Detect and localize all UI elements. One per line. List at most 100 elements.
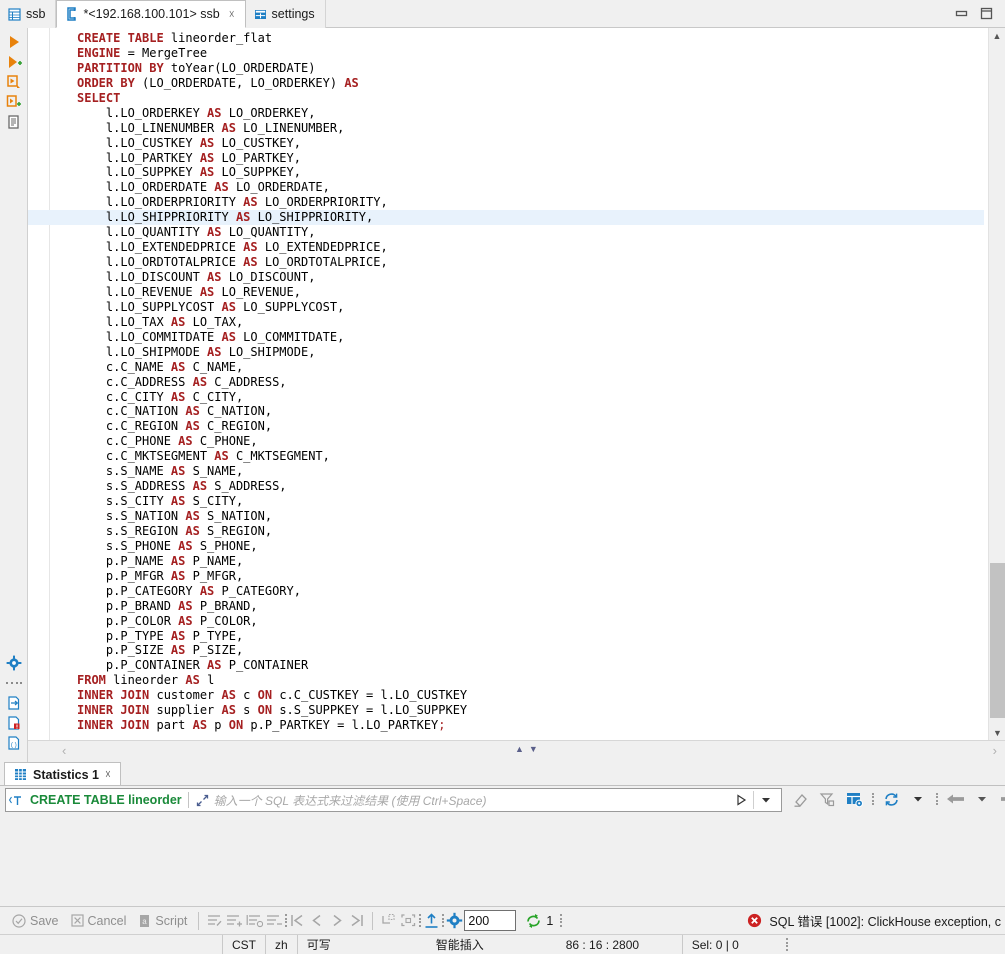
filter-input-container[interactable]: CREATE TABLE lineorder 输入一个 SQL 表达式来过滤结果…: [5, 788, 782, 812]
code-line[interactable]: SELECT: [51, 91, 987, 106]
execute-script-new-tab-icon[interactable]: [0, 92, 28, 112]
duplicate-row-icon[interactable]: [244, 911, 264, 931]
play-icon[interactable]: [731, 790, 751, 810]
code-line[interactable]: p.P_CONTAINER AS P_CONTAINER: [51, 658, 987, 673]
scroll-left-arrow[interactable]: ‹: [62, 743, 66, 758]
code-line[interactable]: p.P_MFGR AS P_MFGR,: [51, 569, 987, 584]
execute-new-tab-icon[interactable]: [0, 72, 28, 92]
add-row-icon[interactable]: [224, 911, 244, 931]
code-line[interactable]: c.C_MKTSEGMENT AS C_MKTSEGMENT,: [51, 449, 987, 464]
gear-icon[interactable]: [444, 911, 464, 931]
code-line[interactable]: l.LO_PARTKEY AS LO_PARTKEY,: [51, 151, 987, 166]
code-line[interactable]: l.LO_SHIPMODE AS LO_SHIPMODE,: [51, 345, 987, 360]
code-line[interactable]: l.LO_ORDTOTALPRICE AS LO_ORDTOTALPRICE,: [51, 255, 987, 270]
tab-settings[interactable]: settings: [245, 0, 326, 28]
execute-statement-icon[interactable]: [0, 32, 28, 52]
code-line[interactable]: l.LO_SHIPPRIORITY AS LO_SHIPPRIORITY,: [28, 210, 984, 226]
filter-settings-icon[interactable]: [817, 789, 837, 809]
code-line[interactable]: l.LO_ORDERDATE AS LO_ORDERDATE,: [51, 180, 987, 195]
code-line[interactable]: s.S_ADDRESS AS S_ADDRESS,: [51, 479, 987, 494]
sql-editor-area[interactable]: CREATE TABLE lineorder_flat ENGINE = Merg…: [28, 28, 1005, 740]
expand-arrows-icon[interactable]: [195, 793, 210, 808]
code-line[interactable]: INNER JOIN supplier AS s ON s.S_SUPPKEY …: [51, 703, 987, 718]
cancel-button[interactable]: Cancel: [65, 909, 133, 933]
code-line[interactable]: p.P_NAME AS P_NAME,: [51, 554, 987, 569]
export-up-icon[interactable]: [421, 911, 441, 931]
tab-statistics[interactable]: Statistics 1 ☓: [4, 762, 121, 786]
error-log-icon[interactable]: [0, 713, 28, 733]
code-line[interactable]: s.S_CITY AS S_CITY,: [51, 494, 987, 509]
code-line[interactable]: CREATE TABLE lineorder_flat: [51, 31, 987, 46]
code-line[interactable]: l.LO_TAX AS LO_TAX,: [51, 315, 987, 330]
code-line[interactable]: p.P_SIZE AS P_SIZE,: [51, 643, 987, 658]
code-line[interactable]: c.C_NATION AS C_NATION,: [51, 404, 987, 419]
export-data-icon[interactable]: [0, 693, 28, 713]
chevron-down-icon[interactable]: [972, 789, 992, 809]
code-line[interactable]: p.P_COLOR AS P_COLOR,: [51, 614, 987, 629]
explain-plan-icon[interactable]: [0, 112, 28, 132]
close-icon[interactable]: ☓: [229, 8, 235, 21]
code-line[interactable]: s.S_REGION AS S_REGION,: [51, 524, 987, 539]
close-icon[interactable]: ☓: [105, 768, 111, 781]
minimize-button[interactable]: [955, 7, 968, 20]
code-line[interactable]: s.S_NATION AS S_NATION,: [51, 509, 987, 524]
grid-config-icon[interactable]: [844, 789, 864, 809]
collapse-up-icon[interactable]: ▲: [515, 744, 524, 754]
save-button[interactable]: Save: [6, 909, 65, 933]
preferences-gear-icon[interactable]: [0, 653, 28, 673]
first-page-icon[interactable]: [287, 911, 307, 931]
sql-code[interactable]: CREATE TABLE lineorder_flat ENGINE = Merg…: [28, 31, 987, 733]
code-line[interactable]: l.LO_CUSTKEY AS LO_CUSTKEY,: [51, 136, 987, 151]
code-line[interactable]: s.S_PHONE AS S_PHONE,: [51, 539, 987, 554]
last-page-icon[interactable]: [347, 911, 367, 931]
code-line[interactable]: ORDER BY (LO_ORDERDATE, LO_ORDERKEY) AS: [51, 76, 987, 91]
code-line[interactable]: c.C_CITY AS C_CITY,: [51, 390, 987, 405]
chevron-down-icon[interactable]: [908, 789, 928, 809]
code-line[interactable]: c.C_NAME AS C_NAME,: [51, 360, 987, 375]
code-line[interactable]: l.LO_COMMITDATE AS LO_COMMITDATE,: [51, 330, 987, 345]
scroll-right-arrow[interactable]: ›: [993, 743, 997, 758]
sql-console-icon[interactable]: (): [0, 733, 28, 753]
tab-ssb[interactable]: ssb: [0, 0, 57, 28]
eraser-icon[interactable]: [790, 789, 810, 809]
code-line[interactable]: c.C_ADDRESS AS C_ADDRESS,: [51, 375, 987, 390]
tab-sql-editor[interactable]: *<192.168.100.101> ssb ☓: [56, 0, 246, 28]
code-line[interactable]: c.C_REGION AS C_REGION,: [51, 419, 987, 434]
code-line[interactable]: p.P_CATEGORY AS P_CATEGORY,: [51, 584, 987, 599]
code-line[interactable]: c.C_PHONE AS C_PHONE,: [51, 434, 987, 449]
code-line[interactable]: l.LO_DISCOUNT AS LO_DISCOUNT,: [51, 270, 987, 285]
refresh-icon[interactable]: [523, 911, 543, 931]
collapse-down-icon[interactable]: ▼: [529, 744, 538, 754]
code-line[interactable]: FROM lineorder AS l: [51, 673, 987, 688]
scroll-up-arrow[interactable]: ▲: [989, 28, 1005, 43]
code-line[interactable]: l.LO_SUPPKEY AS LO_SUPPKEY,: [51, 165, 987, 180]
code-line[interactable]: p.P_TYPE AS P_TYPE,: [51, 629, 987, 644]
forward-arrow-icon[interactable]: [999, 789, 1005, 809]
code-line[interactable]: l.LO_REVENUE AS LO_REVENUE,: [51, 285, 987, 300]
next-page-icon[interactable]: [327, 911, 347, 931]
script-button[interactable]: a Script: [132, 909, 193, 933]
edit-row-icon[interactable]: [204, 911, 224, 931]
code-line[interactable]: p.P_BRAND AS P_BRAND,: [51, 599, 987, 614]
chevron-down-icon[interactable]: [756, 790, 776, 810]
code-line[interactable]: l.LO_EXTENDEDPRICE AS LO_EXTENDEDPRICE,: [51, 240, 987, 255]
calc-panel-icon[interactable]: [378, 911, 398, 931]
editor-horizontal-scroll[interactable]: ‹ ▲ ▼ ›: [28, 740, 1005, 760]
code-line[interactable]: s.S_NAME AS S_NAME,: [51, 464, 987, 479]
prev-page-icon[interactable]: [307, 911, 327, 931]
scrollbar-thumb[interactable]: [990, 563, 1005, 718]
code-line[interactable]: PARTITION BY toYear(LO_ORDERDATE): [51, 61, 987, 76]
scroll-down-arrow[interactable]: ▼: [989, 725, 1005, 740]
code-line[interactable]: INNER JOIN part AS p ON p.P_PARTKEY = l.…: [51, 718, 987, 733]
code-line[interactable]: l.LO_SUPPLYCOST AS LO_SUPPLYCOST,: [51, 300, 987, 315]
grid-panel-icon[interactable]: [398, 911, 418, 931]
code-line[interactable]: INNER JOIN customer AS c ON c.C_CUSTKEY …: [51, 688, 987, 703]
editor-vertical-scrollbar[interactable]: ▲ ▼: [988, 28, 1005, 740]
execute-script-icon[interactable]: [0, 52, 28, 72]
delete-row-icon[interactable]: [264, 911, 284, 931]
code-line[interactable]: ENGINE = MergeTree: [51, 46, 987, 61]
code-line[interactable]: l.LO_ORDERKEY AS LO_ORDERKEY,: [51, 106, 987, 121]
maximize-button[interactable]: [980, 7, 993, 20]
fetch-size-input[interactable]: [464, 910, 517, 931]
code-line[interactable]: l.LO_ORDERPRIORITY AS LO_ORDERPRIORITY,: [51, 195, 987, 210]
